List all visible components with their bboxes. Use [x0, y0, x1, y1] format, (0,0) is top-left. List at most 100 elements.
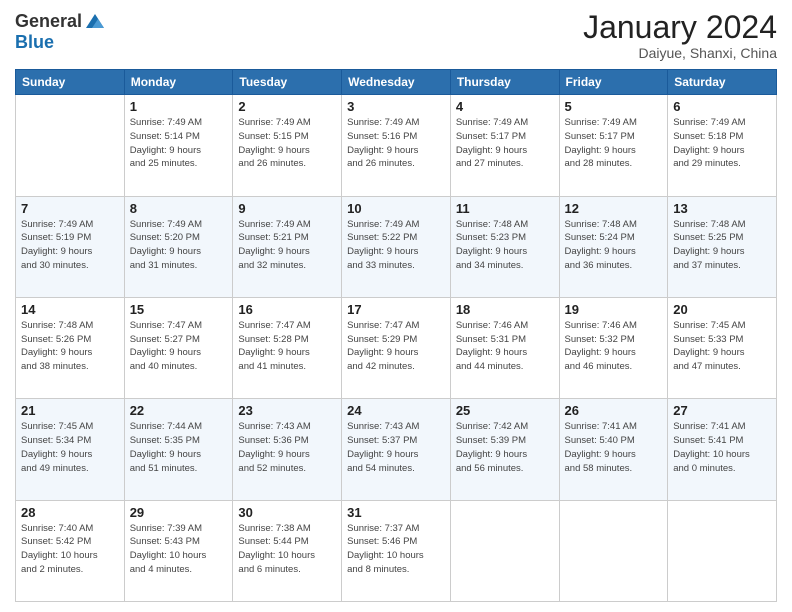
day-cell: 20 Sunrise: 7:45 AMSunset: 5:33 PMDayligh…: [668, 297, 777, 398]
day-cell: 2 Sunrise: 7:49 AMSunset: 5:15 PMDaylight…: [233, 95, 342, 196]
page: General Blue January 2024 Daiyue, Shanxi…: [0, 0, 792, 612]
day-cell: 4Sunrise: 7:49 AMSunset: 5:17 PMDaylight…: [450, 95, 559, 196]
day-cell: 14Sunrise: 7:48 AMSunset: 5:26 PMDayligh…: [16, 297, 125, 398]
day-info: Sunrise: 7:46 AMSunset: 5:32 PMDaylight:…: [565, 319, 663, 374]
day-number: 20: [673, 302, 771, 317]
logo: General Blue: [15, 10, 106, 53]
day-cell: [559, 500, 668, 601]
day-cell: 26 Sunrise: 7:41 AMSunset: 5:40 PMDayligh…: [559, 399, 668, 500]
day-number: 25: [456, 403, 554, 418]
day-cell: 12Sunrise: 7:48 AMSunset: 5:24 PMDayligh…: [559, 196, 668, 297]
day-number: 21: [21, 403, 119, 418]
day-cell: 13 Sunrise: 7:48 AMSunset: 5:25 PMDayligh…: [668, 196, 777, 297]
week-row-2: 7Sunrise: 7:49 AMSunset: 5:19 PMDaylight…: [16, 196, 777, 297]
day-number: 3: [347, 99, 445, 114]
header-row: Sunday Monday Tuesday Wednesday Thursday…: [16, 70, 777, 95]
week-row-4: 21 Sunrise: 7:45 AMSunset: 5:34 PMDayligh…: [16, 399, 777, 500]
day-cell: 25Sunrise: 7:42 AMSunset: 5:39 PMDayligh…: [450, 399, 559, 500]
col-thursday: Thursday: [450, 70, 559, 95]
day-number: 24: [347, 403, 445, 418]
logo-blue: Blue: [15, 32, 54, 53]
day-info: Sunrise: 7:49 AMSunset: 5:16 PMDaylight:…: [347, 116, 445, 171]
day-info: Sunrise: 7:49 AMSunset: 5:19 PMDaylight:…: [21, 218, 119, 273]
col-saturday: Saturday: [668, 70, 777, 95]
day-number: 8: [130, 201, 228, 216]
day-cell: 8Sunrise: 7:49 AMSunset: 5:20 PMDaylight…: [124, 196, 233, 297]
header: General Blue January 2024 Daiyue, Shanxi…: [15, 10, 777, 61]
day-cell: 5 Sunrise: 7:49 AMSunset: 5:17 PMDaylight…: [559, 95, 668, 196]
day-cell: 16 Sunrise: 7:47 AMSunset: 5:28 PMDayligh…: [233, 297, 342, 398]
day-number: 12: [565, 201, 663, 216]
subtitle: Daiyue, Shanxi, China: [583, 45, 777, 61]
day-cell: 10Sunrise: 7:49 AMSunset: 5:22 PMDayligh…: [342, 196, 451, 297]
day-cell: 27Sunrise: 7:41 AMSunset: 5:41 PMDayligh…: [668, 399, 777, 500]
day-cell: 15 Sunrise: 7:47 AMSunset: 5:27 PMDayligh…: [124, 297, 233, 398]
day-cell: 18 Sunrise: 7:46 AMSunset: 5:31 PMDayligh…: [450, 297, 559, 398]
day-info: Sunrise: 7:48 AMSunset: 5:25 PMDaylight:…: [673, 218, 771, 273]
day-info: Sunrise: 7:49 AMSunset: 5:18 PMDaylight:…: [673, 116, 771, 171]
day-cell: 29 Sunrise: 7:39 AMSunset: 5:43 PMDayligh…: [124, 500, 233, 601]
day-cell: 24Sunrise: 7:43 AMSunset: 5:37 PMDayligh…: [342, 399, 451, 500]
day-number: 2: [238, 99, 336, 114]
day-number: 18: [456, 302, 554, 317]
day-cell: [16, 95, 125, 196]
day-cell: [668, 500, 777, 601]
day-number: 15: [130, 302, 228, 317]
day-info: Sunrise: 7:47 AMSunset: 5:27 PMDaylight:…: [130, 319, 228, 374]
day-info: Sunrise: 7:49 AMSunset: 5:14 PMDaylight:…: [130, 116, 228, 171]
day-number: 9: [238, 201, 336, 216]
day-info: Sunrise: 7:49 AMSunset: 5:21 PMDaylight:…: [238, 218, 336, 273]
day-cell: [450, 500, 559, 601]
day-info: Sunrise: 7:45 AMSunset: 5:33 PMDaylight:…: [673, 319, 771, 374]
day-info: Sunrise: 7:38 AMSunset: 5:44 PMDaylight:…: [238, 522, 336, 577]
day-number: 26: [565, 403, 663, 418]
calendar-table: Sunday Monday Tuesday Wednesday Thursday…: [15, 69, 777, 602]
col-monday: Monday: [124, 70, 233, 95]
day-number: 17: [347, 302, 445, 317]
day-info: Sunrise: 7:48 AMSunset: 5:23 PMDaylight:…: [456, 218, 554, 273]
day-info: Sunrise: 7:40 AMSunset: 5:42 PMDaylight:…: [21, 522, 119, 577]
day-number: 28: [21, 505, 119, 520]
day-info: Sunrise: 7:47 AMSunset: 5:29 PMDaylight:…: [347, 319, 445, 374]
day-number: 19: [565, 302, 663, 317]
logo-icon: [84, 10, 106, 32]
day-cell: 3 Sunrise: 7:49 AMSunset: 5:16 PMDaylight…: [342, 95, 451, 196]
day-cell: 28 Sunrise: 7:40 AMSunset: 5:42 PMDayligh…: [16, 500, 125, 601]
day-info: Sunrise: 7:39 AMSunset: 5:43 PMDaylight:…: [130, 522, 228, 577]
day-cell: 17 Sunrise: 7:47 AMSunset: 5:29 PMDayligh…: [342, 297, 451, 398]
day-cell: 22 Sunrise: 7:44 AMSunset: 5:35 PMDayligh…: [124, 399, 233, 500]
day-number: 22: [130, 403, 228, 418]
day-info: Sunrise: 7:45 AMSunset: 5:34 PMDaylight:…: [21, 420, 119, 475]
day-number: 27: [673, 403, 771, 418]
day-number: 11: [456, 201, 554, 216]
day-cell: 6Sunrise: 7:49 AMSunset: 5:18 PMDaylight…: [668, 95, 777, 196]
day-info: Sunrise: 7:49 AMSunset: 5:22 PMDaylight:…: [347, 218, 445, 273]
day-cell: 31Sunrise: 7:37 AMSunset: 5:46 PMDayligh…: [342, 500, 451, 601]
day-number: 4: [456, 99, 554, 114]
day-info: Sunrise: 7:44 AMSunset: 5:35 PMDaylight:…: [130, 420, 228, 475]
day-cell: 21 Sunrise: 7:45 AMSunset: 5:34 PMDayligh…: [16, 399, 125, 500]
day-info: Sunrise: 7:41 AMSunset: 5:40 PMDaylight:…: [565, 420, 663, 475]
day-number: 29: [130, 505, 228, 520]
month-title: January 2024: [583, 10, 777, 45]
day-cell: 1 Sunrise: 7:49 AMSunset: 5:14 PMDaylight…: [124, 95, 233, 196]
col-friday: Friday: [559, 70, 668, 95]
day-number: 16: [238, 302, 336, 317]
logo-general: General: [15, 11, 82, 32]
day-info: Sunrise: 7:47 AMSunset: 5:28 PMDaylight:…: [238, 319, 336, 374]
day-info: Sunrise: 7:46 AMSunset: 5:31 PMDaylight:…: [456, 319, 554, 374]
col-wednesday: Wednesday: [342, 70, 451, 95]
day-info: Sunrise: 7:49 AMSunset: 5:17 PMDaylight:…: [565, 116, 663, 171]
day-number: 5: [565, 99, 663, 114]
col-sunday: Sunday: [16, 70, 125, 95]
day-cell: 11 Sunrise: 7:48 AMSunset: 5:23 PMDayligh…: [450, 196, 559, 297]
day-number: 1: [130, 99, 228, 114]
day-info: Sunrise: 7:49 AMSunset: 5:15 PMDaylight:…: [238, 116, 336, 171]
day-number: 13: [673, 201, 771, 216]
day-cell: 30 Sunrise: 7:38 AMSunset: 5:44 PMDayligh…: [233, 500, 342, 601]
title-block: January 2024 Daiyue, Shanxi, China: [583, 10, 777, 61]
day-cell: 19 Sunrise: 7:46 AMSunset: 5:32 PMDayligh…: [559, 297, 668, 398]
col-tuesday: Tuesday: [233, 70, 342, 95]
day-cell: 7Sunrise: 7:49 AMSunset: 5:19 PMDaylight…: [16, 196, 125, 297]
day-number: 30: [238, 505, 336, 520]
